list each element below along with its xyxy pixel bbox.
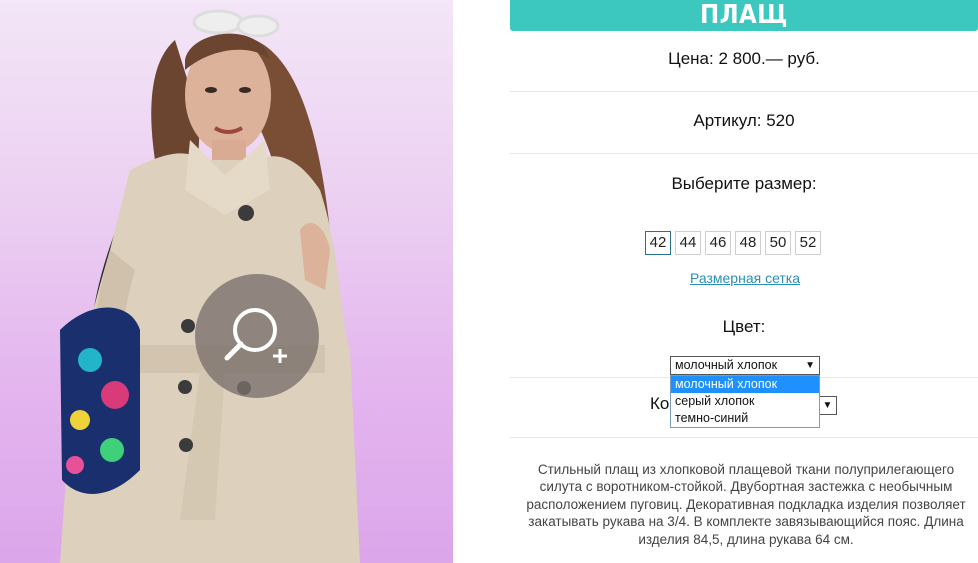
size-option-48[interactable]: 48 [735, 231, 761, 255]
size-option-46[interactable]: 46 [705, 231, 731, 255]
color-heading: Цвет: [722, 317, 766, 336]
product-title: ПЛАЩ [700, 0, 788, 30]
size-option-52[interactable]: 52 [795, 231, 821, 255]
magnifier-plus-icon [224, 308, 287, 363]
chevron-down-icon: ▼ [822, 400, 833, 411]
price: Цена: 2 800.— руб. [668, 49, 820, 68]
size-option-50[interactable]: 50 [765, 231, 791, 255]
product-description: Стильный плащ из хлопковой плащевой ткан… [526, 462, 966, 547]
size-heading: Выберите размер: [671, 174, 817, 193]
color-option-grey-cotton[interactable]: серый хлопок [671, 393, 819, 410]
divider [510, 437, 978, 438]
color-option-dark-blue[interactable]: темно-синий [671, 410, 819, 427]
size-selector: 42 44 46 48 50 52 [645, 231, 821, 255]
product-panel: ПЛАЩ Цена: 2 800.— руб. Артикул: 520 Выб… [510, 0, 978, 563]
color-select[interactable]: молочный хлопок ▼ [670, 356, 820, 375]
divider [510, 153, 978, 154]
color-option-milk-cotton[interactable]: молочный хлопок [671, 376, 819, 393]
divider [510, 91, 978, 92]
quantity-select[interactable]: ▼ [818, 396, 837, 415]
size-option-44[interactable]: 44 [675, 231, 701, 255]
color-select-value: молочный хлопок [675, 358, 778, 372]
product-title-bar: ПЛАЩ [510, 0, 978, 31]
quantity-label: Ко [650, 394, 670, 413]
size-option-42[interactable]: 42 [645, 231, 671, 255]
chevron-down-icon: ▼ [805, 360, 815, 371]
zoom-button[interactable] [195, 274, 319, 398]
size-chart-link[interactable]: Размерная сетка [510, 270, 978, 286]
color-dropdown-list: молочный хлопок серый хлопок темно-синий [670, 375, 820, 428]
article-number: Артикул: 520 [693, 111, 795, 130]
product-photo[interactable] [0, 0, 453, 563]
